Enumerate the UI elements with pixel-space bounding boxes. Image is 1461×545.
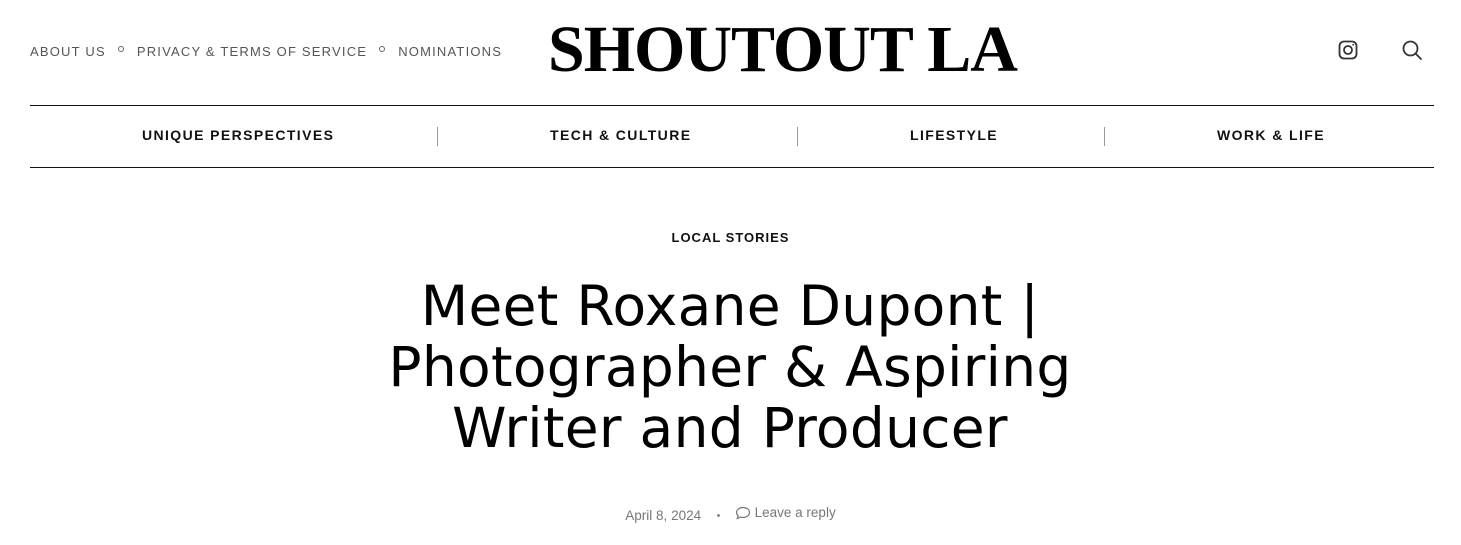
site-logo[interactable]: SHOUTOUT LA (548, 14, 1018, 86)
nav-unique-perspectives[interactable]: UNIQUE PERSPECTIVES (142, 127, 334, 143)
instagram-icon[interactable] (1336, 38, 1360, 62)
title-line: Meet Roxane Dupont | (420, 274, 1040, 338)
meta-separator (716, 514, 720, 517)
search-icon[interactable] (1400, 38, 1424, 62)
nav-top-rule (30, 105, 1434, 106)
publish-date: April 8, 2024 (625, 508, 702, 523)
category-link[interactable]: LOCAL STORIES (672, 230, 790, 245)
leave-reply-link[interactable]: Leave a reply (735, 504, 836, 520)
title-line: Photographer & Aspiring (388, 335, 1072, 399)
nav-tech-culture[interactable]: TECH & CULTURE (550, 127, 691, 143)
article-meta: April 8, 2024 Leave a reply (0, 504, 1461, 524)
article-category: LOCAL STORIES (0, 230, 1461, 245)
nav-lifestyle[interactable]: LIFESTYLE (910, 127, 998, 143)
nominations-link[interactable]: NOMINATIONS (398, 44, 502, 59)
leave-reply-label: Leave a reply (754, 504, 836, 520)
article-title: Meet Roxane Dupont | Photographer & Aspi… (330, 276, 1130, 459)
top-links: ABOUT US PRIVACY & TERMS OF SERVICE NOMI… (30, 44, 502, 59)
nav-work-life[interactable]: WORK & LIFE (1217, 127, 1325, 143)
privacy-terms-link[interactable]: PRIVACY & TERMS OF SERVICE (137, 44, 367, 59)
nav-bottom-rule (30, 167, 1434, 168)
about-us-link[interactable]: ABOUT US (30, 44, 106, 59)
nav-divider (797, 127, 798, 146)
separator-dot (117, 45, 124, 52)
title-line: Writer and Producer (452, 396, 1008, 460)
comment-icon (735, 506, 750, 520)
separator-dot (379, 45, 386, 52)
nav-divider (437, 127, 438, 146)
nav-divider (1104, 127, 1105, 146)
